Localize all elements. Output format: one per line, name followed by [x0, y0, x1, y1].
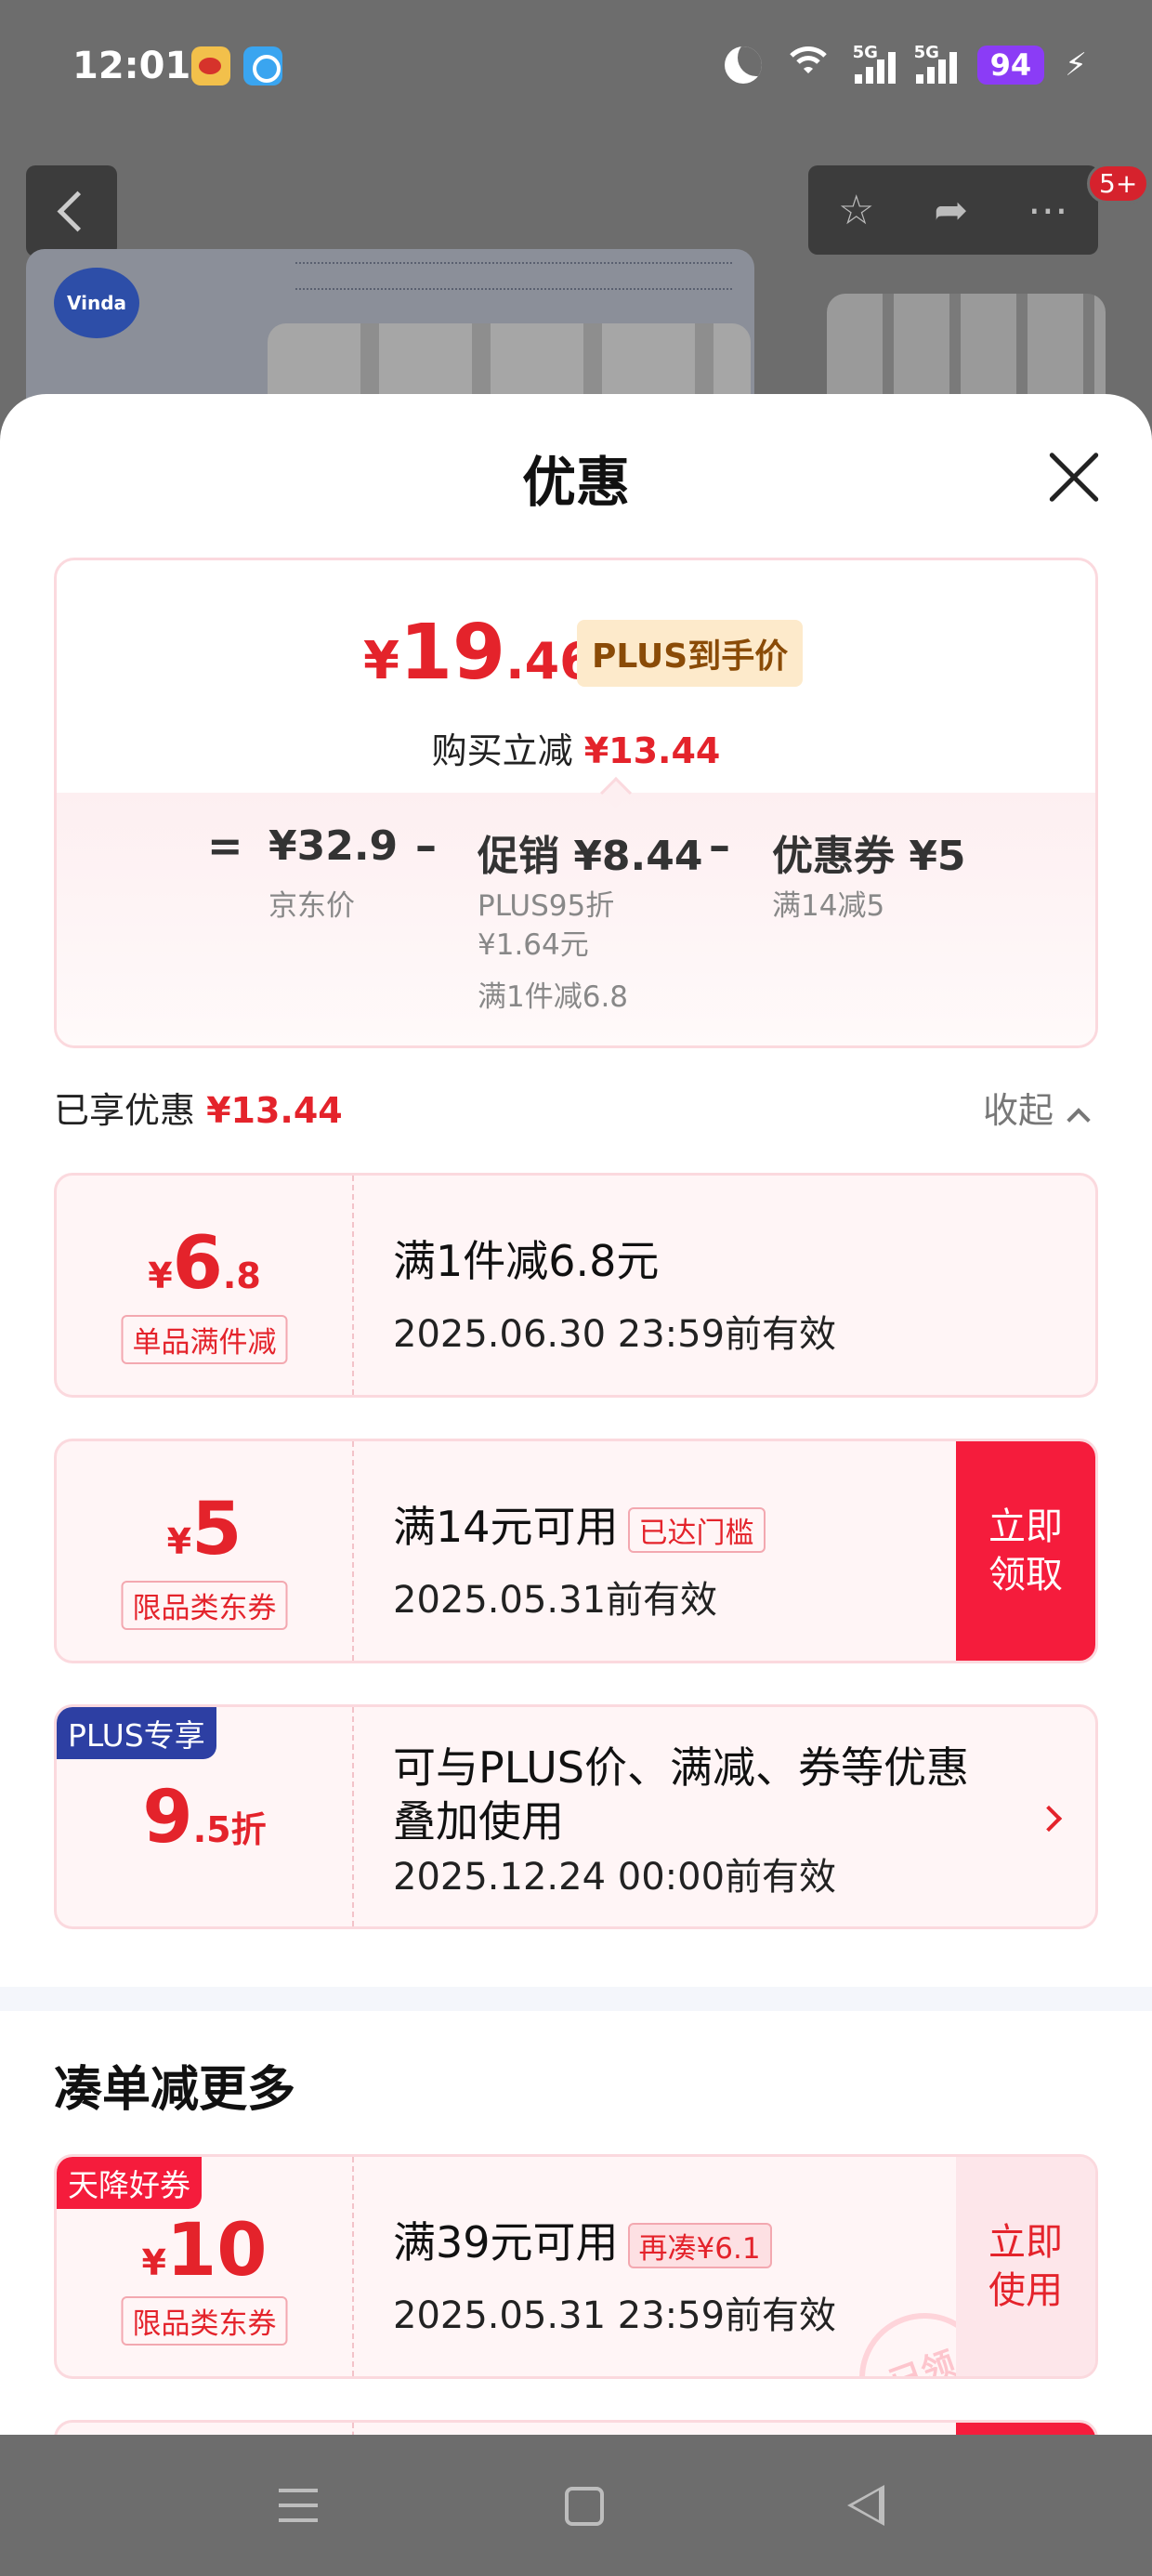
share-icon[interactable]: ➦ [934, 187, 968, 234]
section-divider [0, 1987, 1152, 2011]
close-icon[interactable] [1041, 448, 1100, 507]
charging-icon: ⚡ [1065, 46, 1087, 84]
status-icons: 5G 5G 94 ⚡ [724, 39, 1087, 91]
star-icon[interactable]: ☆ [838, 187, 874, 234]
chevron-right-icon [1035, 1805, 1063, 1833]
discount-sheet: 优惠 ¥19.46 PLUS到手价 购买立减 ¥13.44 = ¥32.9 京东… [0, 394, 1152, 2435]
promo-detail: 满1件减6.8 [478, 980, 629, 1014]
enjoyed-discount: 已享优惠 ¥13.44 [54, 1090, 343, 1131]
plus-price-tag: PLUS到手价 [577, 620, 804, 687]
section-title: 凑单减更多 [54, 2062, 296, 2118]
weibo-app-icon [191, 46, 230, 85]
coupon-amount: ¥6.8 [148, 1222, 261, 1306]
coupon-amount: 优惠券 ¥5 [772, 833, 966, 880]
coupon-title: 可与PLUS价、满减、券等优惠叠加使用 [393, 1742, 969, 1847]
price-summary-card: ¥19.46 PLUS到手价 购买立减 ¥13.44 = ¥32.9 京东价 –… [54, 558, 1098, 1048]
coupon-title: 满39元可用 再凑¥6.1 [393, 2209, 772, 2270]
vinda-logo: Vinda [54, 268, 139, 338]
coupon-validity: 2025.05.31前有效 [393, 1579, 718, 1622]
back-icon[interactable] [847, 2485, 884, 2526]
price-breakdown: = ¥32.9 京东价 – 促销 ¥8.44 PLUS95折 ¥1.64元 满1… [57, 793, 1095, 1045]
collapse-button[interactable]: 收起 [983, 1082, 1091, 1133]
equals-sign: = [207, 821, 243, 871]
top-actions: ☆ ➦ ⋯ [808, 165, 1098, 255]
threshold-tag: 已达门槛 [627, 1507, 766, 1553]
plus-exclusive-tag: PLUS专享 [57, 1707, 216, 1759]
claim-button[interactable]: 立即领取 [956, 1441, 1095, 1661]
coupon-type: 限品类东券 [121, 2296, 288, 2346]
qq-browser-icon [243, 46, 282, 85]
coupon-card: 天降好券 ¥10 限品类东券 满39元可用 再凑¥6.1 2025.05.31 2… [54, 2154, 1098, 2379]
sheet-title: 优惠 [521, 451, 630, 514]
moon-icon [724, 46, 762, 84]
status-bar: 12:01 5G 5G 94 ⚡ [0, 0, 1152, 139]
coupon-detail: 满14减5 [772, 889, 885, 923]
promo-detail: ¥1.64元 [478, 928, 589, 962]
plus-discount-card[interactable]: PLUS专享 9.5折 可与PLUS价、满减、券等优惠叠加使用 2025.12.… [54, 1704, 1098, 1929]
minus-sign: – [709, 821, 730, 871]
coupon-validity: 2025.05.31 23:59前有效 [393, 2294, 837, 2337]
product-banner: Vinda [26, 249, 754, 407]
signal-icon: 5G [914, 43, 957, 84]
coupon-card: ¥5 限品类东券 满14元可用 已达门槛 2025.05.31前有效 立即领取 [54, 1439, 1098, 1663]
coupon-validity: 2025.06.30 23:59前有效 [393, 1313, 837, 1356]
jd-price-label: 京东价 [268, 889, 355, 923]
jd-price: ¥32.9 [268, 822, 399, 870]
coupon-card[interactable]: ¥6.8 单品满件减 满1件减6.8元 2025.06.30 23:59前有效 [54, 1173, 1098, 1398]
status-time: 12:01 [72, 45, 191, 87]
final-price: ¥19.46 [363, 609, 595, 697]
coupon-title: 满14元可用 已达门槛 [393, 1493, 766, 1555]
more-icon[interactable]: ⋯ [1028, 187, 1068, 234]
bonus-coupon-tag: 天降好券 [57, 2157, 202, 2209]
wifi-icon [781, 46, 834, 84]
coupon-validity: 2025.12.24 00:00前有效 [393, 1856, 837, 1899]
back-button[interactable] [26, 165, 117, 256]
coupon-amount: ¥10 [141, 2209, 268, 2293]
chevron-up-icon [1067, 1108, 1091, 1132]
coupon-card [54, 2420, 1098, 2435]
coupon-amount: ¥5 [166, 1488, 242, 1571]
home-icon[interactable] [565, 2487, 604, 2526]
coupon-type: 单品满件减 [121, 1315, 288, 1364]
coupon-type: 限品类东券 [121, 1581, 288, 1630]
menu-icon[interactable] [279, 2489, 318, 2522]
use-button[interactable]: 立即使用 [956, 2157, 1095, 2376]
claim-button[interactable] [956, 2423, 1095, 2435]
remaining-tag: 再凑¥6.1 [627, 2223, 772, 2268]
promo-amount: 促销 ¥8.44 [478, 833, 703, 880]
signal-icon: 5G [853, 43, 896, 84]
discount-rate: 9.5折 [142, 1776, 267, 1860]
battery-icon: 94 [976, 46, 1045, 85]
banner-fineprint [295, 262, 732, 290]
system-nav-bar [0, 2435, 1152, 2576]
message-badge: 5+ [1087, 164, 1150, 204]
promo-detail: PLUS95折 [478, 889, 615, 923]
instant-reduce: 购买立减 ¥13.44 [431, 730, 721, 771]
minus-sign: – [415, 821, 437, 871]
coupon-title: 满1件减6.8元 [393, 1236, 660, 1286]
